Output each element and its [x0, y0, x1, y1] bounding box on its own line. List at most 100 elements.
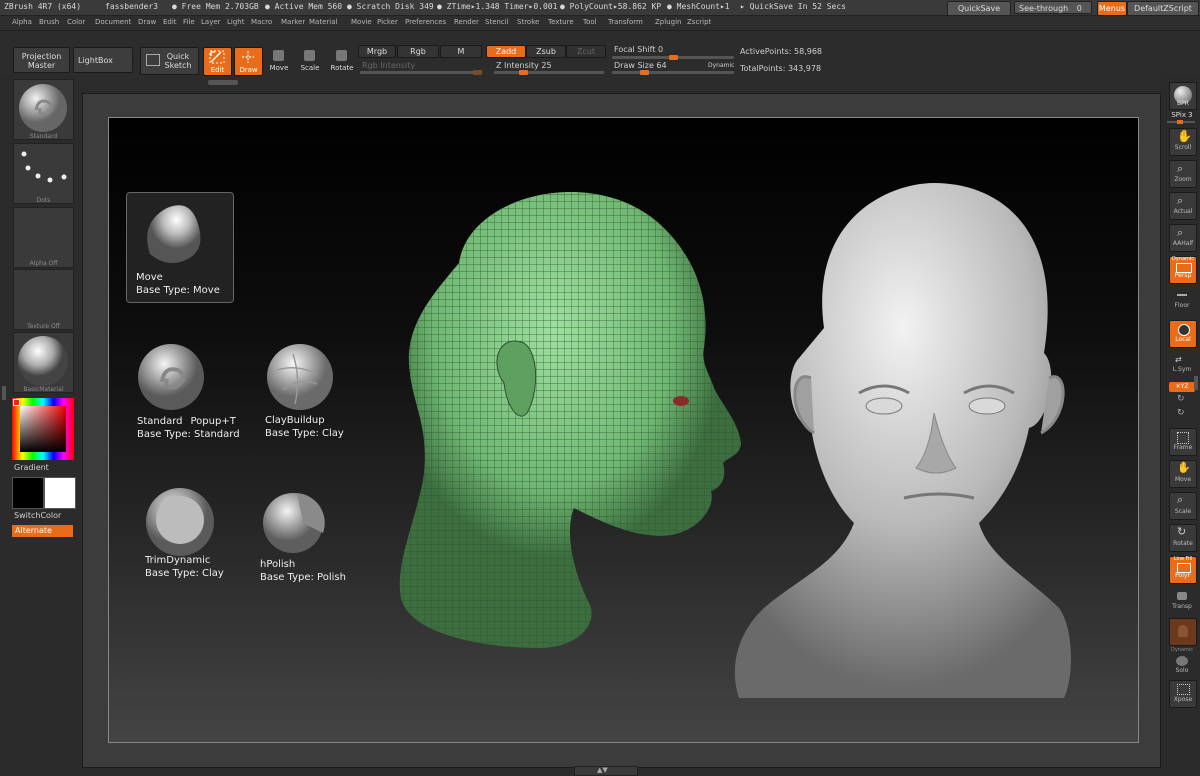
stroke-selector[interactable]	[13, 143, 74, 204]
brush-card-claybuildup[interactable]: ClayBuildup Base Type: Clay	[263, 340, 363, 440]
menu-zplugin[interactable]: Zplugin	[655, 18, 681, 26]
menu-color[interactable]: Color	[67, 18, 85, 26]
rotate-view-button[interactable]: ↻ Rotate	[1169, 524, 1197, 552]
menu-material[interactable]: Material	[309, 18, 337, 26]
frame-button[interactable]: Frame	[1169, 428, 1197, 456]
menu-edit[interactable]: Edit	[163, 18, 177, 26]
z-intensity-knob[interactable]	[519, 70, 528, 75]
zsub-button[interactable]: Zsub	[526, 45, 566, 58]
xyz-button[interactable]: ✕YZ	[1169, 382, 1195, 392]
menu-marker[interactable]: Marker	[281, 18, 305, 26]
ghost-button[interactable]	[1169, 618, 1197, 646]
brush-card-move[interactable]: Move Base Type: Move	[126, 192, 234, 303]
bpr-button[interactable]: BPR	[1169, 82, 1197, 110]
solo-button[interactable]: Solo	[1169, 652, 1195, 678]
main-color-swatch[interactable]	[12, 477, 44, 509]
alpha-selector[interactable]	[13, 207, 74, 268]
menus-button[interactable]: Menus	[1097, 1, 1127, 16]
m-button[interactable]: M	[440, 45, 482, 58]
scale-view-button[interactable]: ⌕ Scale	[1169, 492, 1197, 520]
menu-zscript[interactable]: Zscript	[687, 18, 711, 26]
menu-render[interactable]: Render	[454, 18, 479, 26]
rotate-axis-icon[interactable]: ↻	[1177, 394, 1185, 404]
menu-layer[interactable]: Layer	[201, 18, 221, 26]
mrgb-button[interactable]: Mrgb	[358, 45, 396, 58]
local-button[interactable]: Local	[1169, 320, 1197, 348]
default-zscript-button[interactable]: DefaultZScript	[1127, 1, 1199, 16]
brush-card-trimdynamic[interactable]: TrimDynamic Base Type: Clay	[143, 485, 243, 585]
lsym-button[interactable]: ⇄ L.Sym	[1169, 352, 1195, 378]
aahalf-button[interactable]: ⌕ AAHalf	[1169, 224, 1197, 252]
menu-preferences[interactable]: Preferences	[405, 18, 446, 26]
zadd-button[interactable]: Zadd	[486, 45, 526, 58]
menu-macro[interactable]: Macro	[251, 18, 272, 26]
rotate-axis-alt-icon[interactable]: ↻	[1177, 408, 1185, 418]
gradient-label[interactable]: Gradient	[14, 463, 49, 472]
bottom-tray-handle[interactable]: ▲▼	[574, 766, 638, 776]
toolbar-scroll-handle[interactable]	[208, 80, 238, 85]
secondary-color-swatch[interactable]	[44, 477, 76, 509]
menu-alpha[interactable]: Alpha	[12, 18, 32, 26]
scale-button[interactable]: Scale	[299, 47, 321, 74]
lightbox-button[interactable]: LightBox	[73, 47, 133, 73]
scale-icon	[304, 50, 315, 61]
persp-button[interactable]: Dynamic Persp	[1169, 256, 1197, 284]
edit-button[interactable]: Edit	[203, 47, 232, 76]
menu-draw[interactable]: Draw	[138, 18, 156, 26]
menu-tool[interactable]: Tool	[583, 18, 597, 26]
dynamic-toggle[interactable]: Dynamic	[708, 62, 734, 69]
menu-movie[interactable]: Movie	[351, 18, 372, 26]
spix-slider[interactable]: SPix 3	[1165, 111, 1199, 119]
draw-size-knob[interactable]	[640, 70, 649, 75]
rotate-button[interactable]: Rotate	[330, 47, 354, 74]
menu-document[interactable]: Document	[95, 18, 131, 26]
brush-card-hpolish[interactable]: hPolish Base Type: Polish	[259, 487, 359, 587]
left-tray-handle[interactable]	[2, 386, 6, 400]
menu-stroke[interactable]: Stroke	[517, 18, 539, 26]
brush-selector[interactable]	[13, 79, 74, 140]
move-view-button[interactable]: ✋ Move	[1169, 460, 1197, 488]
right-tray-handle[interactable]	[1194, 376, 1198, 390]
menu-file[interactable]: File	[183, 18, 195, 26]
focal-shift-slider[interactable]	[612, 55, 734, 60]
floor-button[interactable]: Floor	[1169, 288, 1195, 314]
basic-material-icon	[18, 336, 68, 386]
actual-button[interactable]: ⌕ Actual	[1169, 192, 1197, 220]
xpose-button[interactable]: Xpose	[1169, 680, 1197, 708]
brush-card-standard[interactable]: Standard Popup+T Base Type: Standard	[134, 340, 244, 440]
see-through-slider[interactable]: See-through 0	[1014, 1, 1092, 14]
z-intensity-slider[interactable]	[494, 70, 604, 75]
scroll-button[interactable]: ✋ Scroll	[1169, 128, 1197, 156]
quick-sketch-button[interactable]: Quick Sketch	[140, 47, 199, 75]
transp-button[interactable]: Transp	[1169, 588, 1195, 614]
projection-master-button[interactable]: Projection Master	[13, 47, 70, 73]
material-selector[interactable]	[13, 332, 74, 393]
alternate-button[interactable]: Alternate	[12, 525, 73, 537]
focal-shift-knob[interactable]	[669, 55, 678, 60]
rgb-intensity-slider[interactable]	[360, 70, 482, 75]
draw-button[interactable]: Draw	[234, 47, 263, 76]
texture-selector[interactable]	[13, 269, 74, 330]
viewport-canvas[interactable]: Move Base Type: Move Standard Popup+T Bas…	[108, 117, 1139, 743]
menu-picker[interactable]: Picker	[377, 18, 398, 26]
draw-size-slider[interactable]	[612, 70, 734, 75]
menu-transform[interactable]: Transform	[608, 18, 643, 26]
app-title: ZBrush 4R7 (x64)	[4, 2, 82, 11]
menu-brush[interactable]: Brush	[39, 18, 59, 26]
rgb-button[interactable]: Rgb	[397, 45, 439, 58]
quicksave-button[interactable]: QuickSave	[947, 1, 1011, 16]
title-bar: ZBrush 4R7 (x64) fassbender3 ● Free Mem …	[0, 0, 1200, 16]
switch-color-button[interactable]: SwitchColor	[14, 511, 61, 520]
menu-texture[interactable]: Texture	[548, 18, 574, 26]
zcut-button[interactable]: Zcut	[566, 45, 606, 58]
texture-caption: Texture Off	[27, 323, 60, 330]
color-picker[interactable]	[12, 398, 74, 460]
zoom-button[interactable]: ⌕ Zoom	[1169, 160, 1197, 188]
draw-size-label: Draw Size 64	[614, 61, 667, 70]
rgb-intensity-knob[interactable]	[473, 70, 482, 75]
menu-stencil[interactable]: Stencil	[485, 18, 509, 26]
move-button[interactable]: Move	[268, 47, 290, 74]
spix-knob[interactable]	[1177, 120, 1183, 124]
menu-light[interactable]: Light	[227, 18, 244, 26]
polyf-button[interactable]: Line Fill PolyF	[1169, 556, 1197, 584]
